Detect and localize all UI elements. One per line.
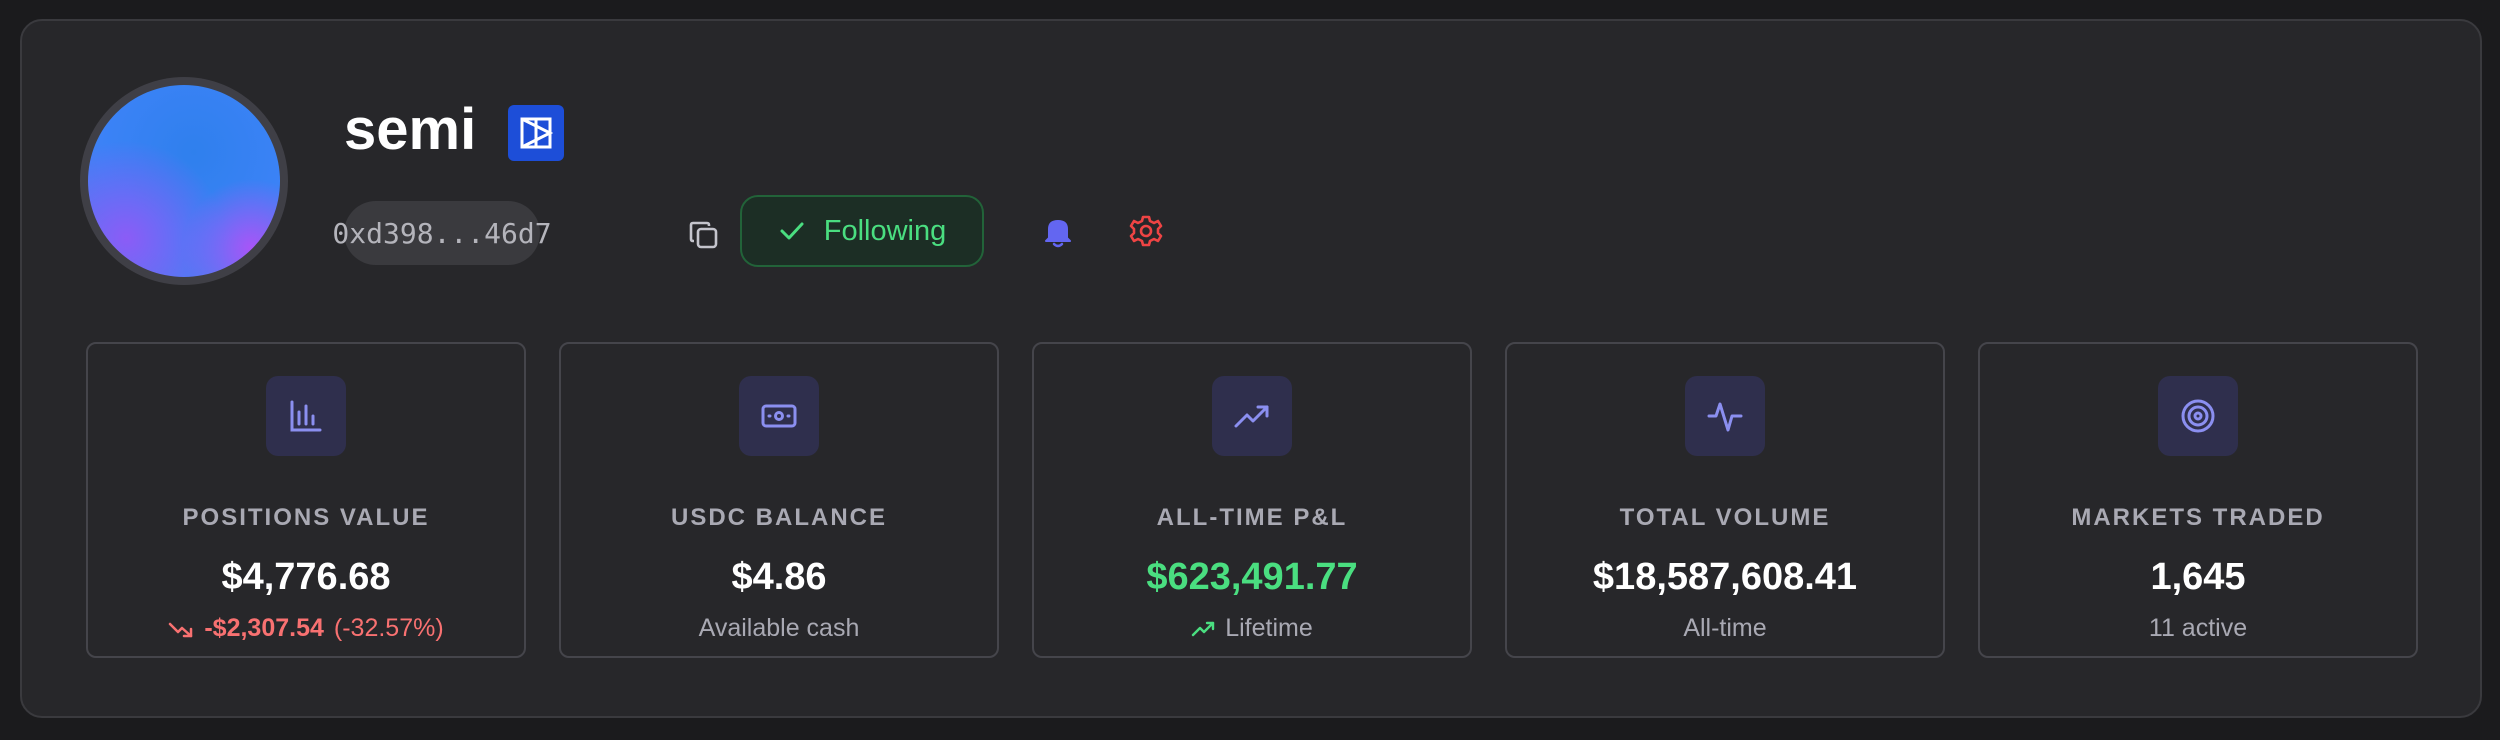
stat-sub: All-time [1683, 614, 1767, 642]
stat-sub: Lifetime [1225, 614, 1313, 642]
trending-up-icon [1212, 376, 1292, 456]
stat-usdc-balance: USDC BALANCE $4.86 Available cash [559, 342, 999, 658]
following-button[interactable]: Following [740, 195, 984, 267]
stat-value: $4.86 [731, 556, 827, 598]
verified-platform-icon [508, 105, 564, 161]
wallet-address: 0xd398...46d7 [332, 201, 552, 265]
stat-sub: Available cash [698, 614, 860, 642]
change-percent: (-32.57%) [333, 614, 444, 642]
activity-icon [1685, 376, 1765, 456]
stat-value: $623,491.77 [1146, 556, 1358, 598]
copy-address-button[interactable] [680, 211, 728, 259]
profile-card: semi 0xd398...46d7 Following POSITIONS V… [20, 19, 2482, 718]
avatar-image [88, 85, 280, 277]
notifications-button[interactable] [1034, 207, 1082, 255]
stat-label: POSITIONS VALUE [182, 504, 430, 531]
target-icon [2158, 376, 2238, 456]
stat-sub-row: Lifetime [1034, 614, 1470, 643]
gear-icon [1129, 215, 1163, 247]
check-icon [780, 222, 804, 240]
bell-icon [1045, 220, 1071, 248]
stat-label: ALL-TIME P&L [1156, 504, 1348, 531]
stat-total-volume: TOTAL VOLUME $18,587,608.41 All-time [1505, 342, 1945, 658]
stat-value: 1,645 [2150, 556, 2246, 598]
avatar [80, 77, 288, 285]
stat-positions-value: POSITIONS VALUE $4,776.68 -$2,307.54 (-3… [86, 342, 526, 658]
stat-sub: 11 active [2148, 614, 2248, 642]
stat-value: $4,776.68 [221, 556, 391, 598]
stat-value: $18,587,608.41 [1592, 556, 1858, 598]
profile-name: semi [344, 97, 477, 162]
copy-icon [689, 221, 718, 249]
banknote-icon [739, 376, 819, 456]
stat-label: MARKETS TRADED [2071, 504, 2325, 531]
stat-change: -$2,307.54 (-32.57%) [88, 614, 524, 643]
settings-button[interactable] [1122, 207, 1170, 255]
bar-chart-icon [266, 376, 346, 456]
stat-markets-traded: MARKETS TRADED 1,645 11 active [1978, 342, 2418, 658]
change-amount: -$2,307.54 [204, 614, 324, 642]
stat-label: USDC BALANCE [671, 504, 887, 531]
stat-all-time-pnl: ALL-TIME P&L $623,491.77 Lifetime [1032, 342, 1472, 658]
trending-up-icon [1192, 621, 1215, 636]
trending-down-icon [169, 622, 193, 637]
following-label: Following [823, 214, 947, 247]
stat-label: TOTAL VOLUME [1619, 504, 1831, 531]
